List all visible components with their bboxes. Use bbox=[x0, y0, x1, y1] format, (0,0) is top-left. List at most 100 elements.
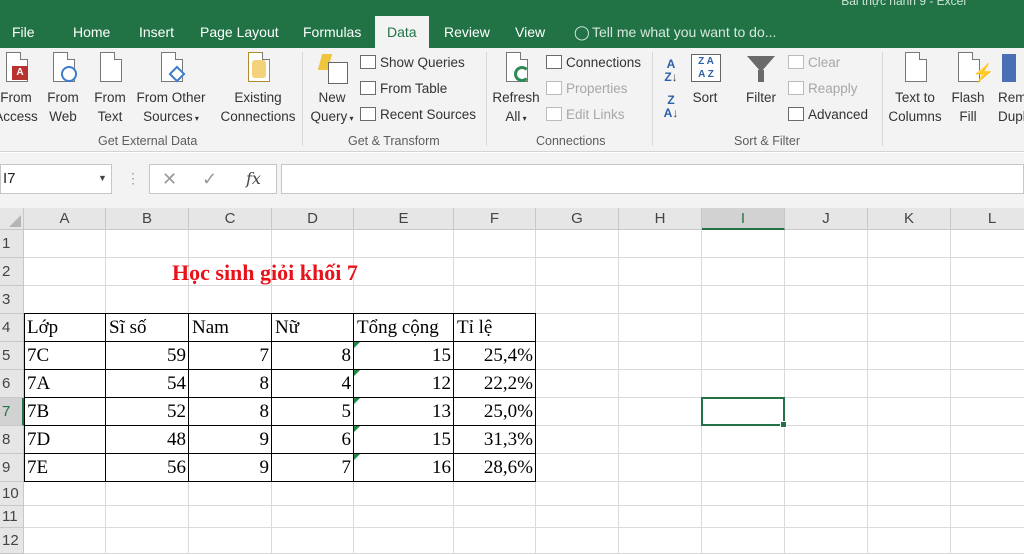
filter-button[interactable]: Filter bbox=[742, 52, 780, 107]
table-cell[interactable]: 31,3% bbox=[454, 426, 536, 454]
row-header[interactable]: 7 bbox=[0, 398, 24, 426]
column-header[interactable]: H bbox=[619, 208, 702, 230]
existing-connections-button[interactable]: Existing Connections bbox=[216, 52, 300, 126]
tab-data[interactable]: Data bbox=[375, 16, 429, 48]
active-cell-selection[interactable] bbox=[701, 397, 787, 428]
remove-duplicates-button[interactable]: Rem Dupl bbox=[998, 52, 1024, 126]
table-cell[interactable]: 9 bbox=[189, 454, 272, 482]
from-other-sources-button[interactable]: From Other Sources ▾ bbox=[134, 52, 208, 128]
table-header-cell[interactable]: Lớp bbox=[24, 314, 106, 342]
new-query-button[interactable]: New Query ▾ bbox=[308, 52, 356, 128]
row-header[interactable]: 2 bbox=[0, 258, 24, 286]
table-cell[interactable]: 28,6% bbox=[454, 454, 536, 482]
table-cell[interactable]: 25,0% bbox=[454, 398, 536, 426]
text-to-columns-button[interactable]: Text to Columns bbox=[886, 52, 944, 126]
tab-formulas[interactable]: Formulas bbox=[303, 16, 361, 48]
from-table-button[interactable]: From Table bbox=[360, 78, 447, 100]
table-cell[interactable]: 7 bbox=[189, 342, 272, 370]
tab-view[interactable]: View bbox=[515, 16, 545, 48]
row-header[interactable]: 12 bbox=[0, 528, 24, 554]
from-access-button[interactable]: A From Access bbox=[0, 52, 38, 126]
select-all-corner[interactable] bbox=[0, 208, 24, 230]
table-cell[interactable]: 59 bbox=[106, 342, 189, 370]
table-cell[interactable]: 7A bbox=[24, 370, 106, 398]
table-cell[interactable]: 8 bbox=[189, 398, 272, 426]
tab-file[interactable]: File bbox=[12, 16, 35, 48]
enter-check-icon[interactable]: ✓ bbox=[202, 165, 217, 193]
properties-button[interactable]: Properties bbox=[546, 78, 628, 100]
sort-za-button[interactable]: Z A↓ bbox=[660, 94, 682, 120]
table-cell[interactable]: 8 bbox=[189, 370, 272, 398]
column-header[interactable]: L bbox=[951, 208, 1024, 230]
table-cell[interactable]: 13 bbox=[354, 398, 454, 426]
table-cell[interactable]: 15 bbox=[354, 342, 454, 370]
table-header-cell[interactable]: Tỉ lệ bbox=[454, 314, 536, 342]
clear-button[interactable]: Clear bbox=[788, 52, 840, 74]
column-header[interactable]: A bbox=[24, 208, 106, 230]
table-cell[interactable]: 54 bbox=[106, 370, 189, 398]
table-header-cell[interactable]: Nam bbox=[189, 314, 272, 342]
column-header[interactable]: F bbox=[454, 208, 536, 230]
tab-page-layout[interactable]: Page Layout bbox=[200, 16, 279, 48]
chevron-down-icon[interactable]: ▼ bbox=[98, 164, 107, 192]
cancel-icon[interactable]: ✕ bbox=[162, 165, 177, 193]
table-cell[interactable]: 15 bbox=[354, 426, 454, 454]
table-cell[interactable]: 7B bbox=[24, 398, 106, 426]
row-header[interactable]: 4 bbox=[0, 314, 24, 342]
column-header[interactable]: C bbox=[189, 208, 272, 230]
row-header[interactable]: 1 bbox=[0, 230, 24, 258]
advanced-button[interactable]: Advanced bbox=[788, 104, 868, 126]
row-header[interactable]: 5 bbox=[0, 342, 24, 370]
formula-input[interactable] bbox=[281, 164, 1024, 194]
table-cell[interactable]: 6 bbox=[272, 426, 354, 454]
tab-review[interactable]: Review bbox=[444, 16, 490, 48]
recent-sources-button[interactable]: Recent Sources bbox=[360, 104, 476, 126]
insert-function-icon[interactable]: fx bbox=[246, 165, 261, 193]
column-header[interactable]: G bbox=[536, 208, 619, 230]
row-header[interactable]: 8 bbox=[0, 426, 24, 454]
table-cell[interactable]: 8 bbox=[272, 342, 354, 370]
table-cell[interactable]: 7C bbox=[24, 342, 106, 370]
table-cell[interactable]: 5 bbox=[272, 398, 354, 426]
table-cell[interactable]: 7D bbox=[24, 426, 106, 454]
table-cell[interactable]: 22,2% bbox=[454, 370, 536, 398]
table-cell[interactable]: 56 bbox=[106, 454, 189, 482]
tab-insert[interactable]: Insert bbox=[139, 16, 174, 48]
row-header[interactable]: 11 bbox=[0, 506, 24, 528]
table-cell[interactable]: 12 bbox=[354, 370, 454, 398]
row-header[interactable]: 6 bbox=[0, 370, 24, 398]
table-header-cell[interactable]: Sĩ số bbox=[106, 314, 189, 342]
column-header[interactable]: E bbox=[354, 208, 454, 230]
sheet-title-cell[interactable]: Học sinh giỏi khối 7 bbox=[172, 260, 358, 286]
tab-home[interactable]: Home bbox=[73, 16, 110, 48]
tell-me-search[interactable]: ◯ Tell me what you want to do... bbox=[574, 16, 776, 48]
from-text-button[interactable]: From Text bbox=[90, 52, 130, 126]
row-header[interactable]: 10 bbox=[0, 482, 24, 506]
column-header[interactable]: I bbox=[702, 208, 785, 230]
table-cell[interactable]: 25,4% bbox=[454, 342, 536, 370]
row-header[interactable]: 9 bbox=[0, 454, 24, 482]
connections-button[interactable]: Connections bbox=[546, 52, 641, 74]
table-cell[interactable]: 4 bbox=[272, 370, 354, 398]
table-cell[interactable]: 7 bbox=[272, 454, 354, 482]
table-cell[interactable]: 9 bbox=[189, 426, 272, 454]
table-cell[interactable]: 48 bbox=[106, 426, 189, 454]
from-web-button[interactable]: From Web bbox=[44, 52, 82, 126]
sort-az-button[interactable]: A Z↓ bbox=[660, 58, 682, 84]
refresh-all-button[interactable]: Refresh All ▾ bbox=[492, 52, 540, 128]
name-box[interactable]: I7 bbox=[0, 164, 112, 194]
table-cell[interactable]: 7E bbox=[24, 454, 106, 482]
show-queries-button[interactable]: Show Queries bbox=[360, 52, 465, 74]
sort-button[interactable]: Z AA Z Sort bbox=[686, 52, 724, 107]
column-header[interactable]: J bbox=[785, 208, 868, 230]
column-header[interactable]: D bbox=[272, 208, 354, 230]
reapply-button[interactable]: Reapply bbox=[788, 78, 858, 100]
column-header[interactable]: B bbox=[106, 208, 189, 230]
table-cell[interactable]: 16 bbox=[354, 454, 454, 482]
column-header[interactable]: K bbox=[868, 208, 951, 230]
table-header-cell[interactable]: Tổng cộng bbox=[354, 314, 454, 342]
table-cell[interactable]: 52 bbox=[106, 398, 189, 426]
table-header-cell[interactable]: Nữ bbox=[272, 314, 354, 342]
edit-links-button[interactable]: Edit Links bbox=[546, 104, 625, 126]
row-header[interactable]: 3 bbox=[0, 286, 24, 314]
